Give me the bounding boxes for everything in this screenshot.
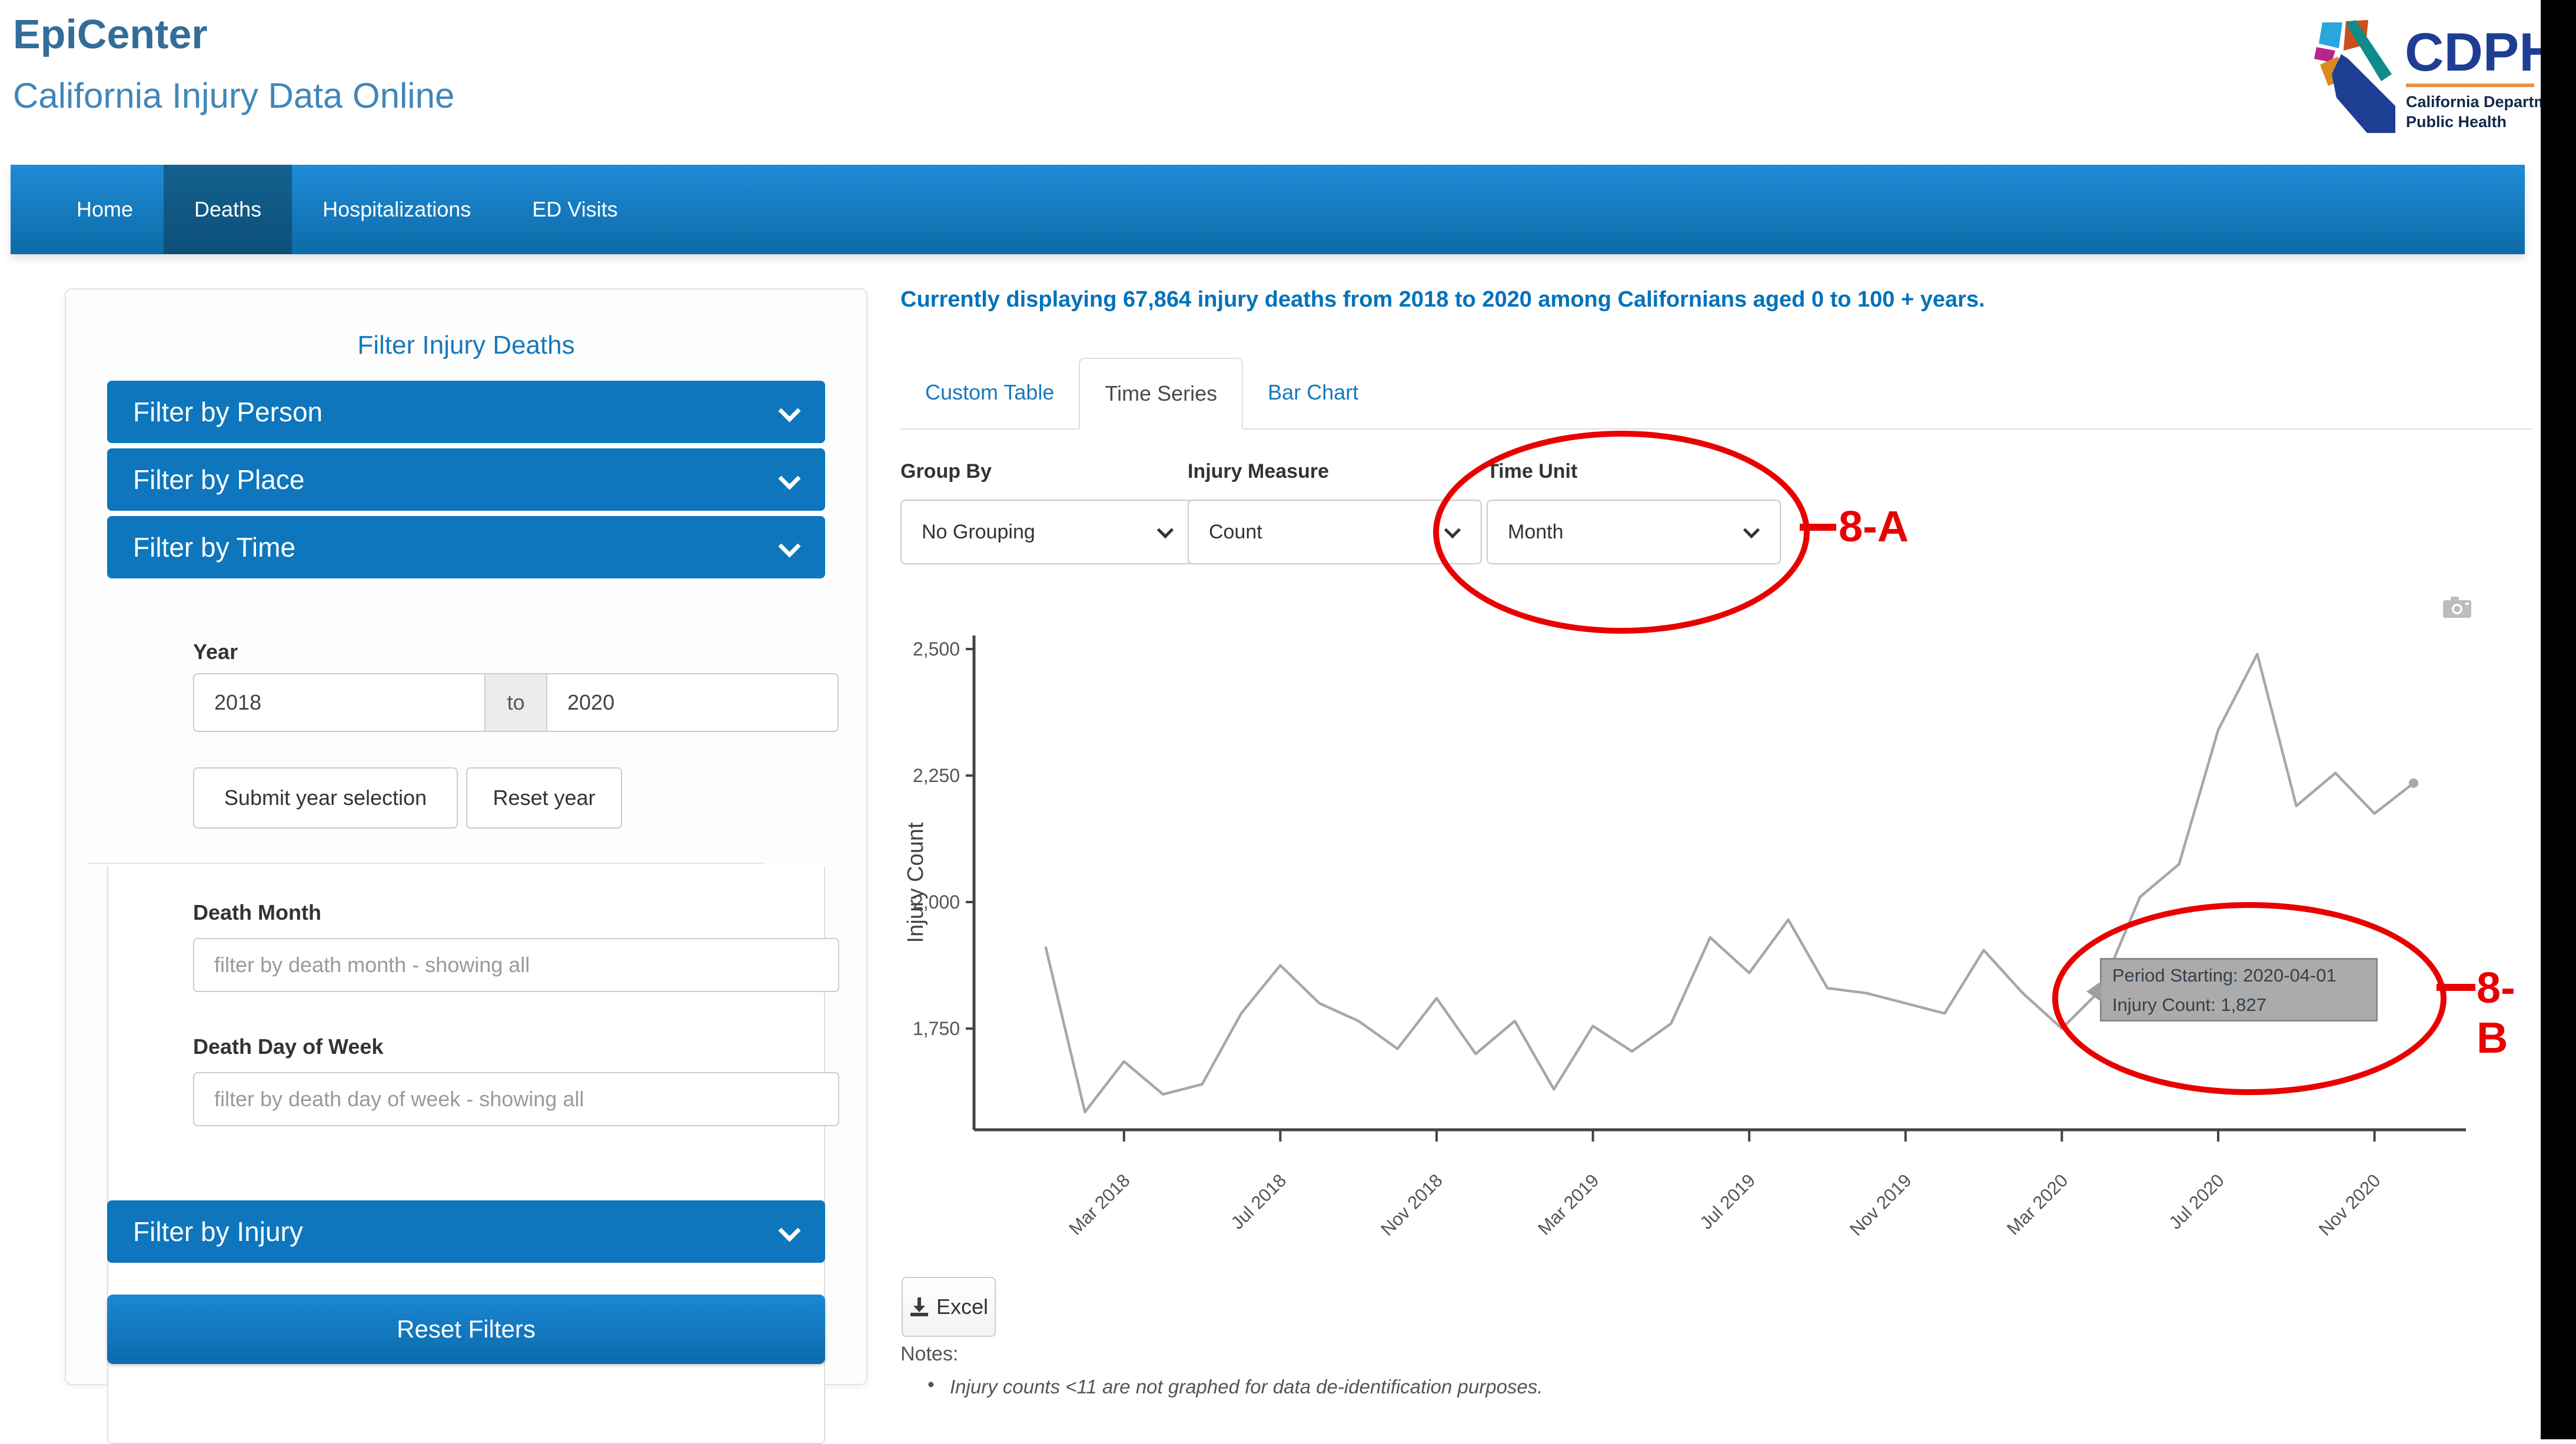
chevron-down-icon (779, 402, 799, 422)
accordion-label: Filter by Person (133, 396, 323, 428)
chevron-down-icon (779, 1222, 799, 1242)
nav-item-hospitalizations[interactable]: Hospitalizations (292, 165, 501, 254)
notes-label: Notes: (900, 1343, 958, 1366)
status-text: Currently displaying 67,864 injury death… (900, 287, 2525, 312)
cdph-acronym: CDPH (2405, 22, 2541, 82)
svg-text:2,250: 2,250 (913, 765, 960, 786)
accordion-filter-by-place[interactable]: Filter by Place (107, 448, 825, 511)
accordion-filter-by-time[interactable]: Filter by Time (107, 516, 825, 578)
accordion-label: Filter by Time (133, 531, 295, 563)
annotation-line-8b (2437, 984, 2475, 991)
tab-bar-chart[interactable]: Bar Chart (1243, 358, 1383, 427)
submit-year-button[interactable]: Submit year selection (193, 767, 458, 829)
navbar: Home Deaths Hospitalizations ED Visits (11, 165, 2525, 254)
group-by-value: No Grouping (922, 521, 1035, 544)
accordion-label: Filter by Place (133, 464, 304, 495)
screen-edge-black-strip (2541, 0, 2576, 1439)
filter-panel-title: Filter Injury Deaths (66, 331, 866, 360)
chevron-down-icon (779, 470, 799, 490)
cdph-underline (2406, 84, 2534, 87)
annotation-circle-8a (1433, 431, 1810, 634)
svg-text:Nov 2020: Nov 2020 (2315, 1170, 2385, 1240)
nav-item-ed-visits[interactable]: ED Visits (501, 165, 648, 254)
group-by-select[interactable]: No Grouping (900, 500, 1195, 564)
reset-filters-button[interactable]: Reset Filters (107, 1295, 825, 1364)
note-item: Injury counts <11 are not graphed for da… (950, 1376, 1543, 1398)
california-shape-icon (2314, 20, 2395, 133)
svg-text:Injury Count: Injury Count (903, 822, 928, 943)
annotation-label-8b: 8-B (2477, 963, 2541, 1063)
accordion-label: Filter by Injury (133, 1216, 303, 1247)
annotation-label-8a: 8-A (1839, 501, 1909, 551)
svg-text:Jul 2020: Jul 2020 (2165, 1170, 2228, 1233)
accordion-filter-by-injury[interactable]: Filter by Injury (107, 1200, 825, 1263)
reset-year-button[interactable]: Reset year (466, 767, 622, 829)
app-title: EpiCenter (13, 11, 208, 58)
group-by-control: Group By No Grouping (900, 460, 1195, 564)
svg-text:Nov 2018: Nov 2018 (1377, 1170, 1447, 1240)
svg-text:Nov 2019: Nov 2019 (1846, 1170, 1916, 1240)
svg-text:1,750: 1,750 (913, 1018, 960, 1039)
injury-measure-value: Count (1209, 521, 1262, 544)
cdph-line1: California Department of (2406, 93, 2541, 111)
cdph-line2: Public Health (2406, 113, 2507, 131)
page: EpiCenter California Injury Data Online … (0, 0, 2541, 1439)
death-day-label: Death Day of Week (193, 1034, 383, 1059)
year-to-input[interactable] (546, 673, 839, 732)
cdph-logo: CDPH California Department of Public Hea… (2312, 18, 2541, 141)
annotation-line-8a (1800, 524, 1836, 531)
excel-download-button[interactable]: Excel (902, 1277, 996, 1337)
death-month-label: Death Month (193, 900, 321, 925)
svg-text:Mar 2019: Mar 2019 (1534, 1170, 1603, 1239)
svg-text:Jul 2019: Jul 2019 (1696, 1170, 1760, 1233)
year-to-label: to (484, 673, 547, 732)
excel-label: Excel (936, 1295, 988, 1319)
nav-item-home[interactable]: Home (46, 165, 164, 254)
accordion-filter-by-person[interactable]: Filter by Person (107, 381, 825, 443)
death-month-input[interactable] (193, 938, 839, 992)
year-from-input[interactable] (193, 673, 486, 732)
svg-text:Mar 2018: Mar 2018 (1065, 1170, 1134, 1239)
svg-text:Jul 2018: Jul 2018 (1227, 1170, 1291, 1233)
camera-icon[interactable] (2442, 595, 2472, 619)
filter-panel: Filter Injury Deaths Filter by Person Fi… (65, 288, 867, 1385)
app-subtitle: California Injury Data Online (13, 75, 454, 116)
tab-bar: Custom Table Time Series Bar Chart (900, 358, 2532, 430)
svg-text:2,500: 2,500 (913, 638, 960, 660)
chevron-down-icon (779, 537, 799, 557)
group-by-label: Group By (900, 460, 1195, 483)
death-day-input[interactable] (193, 1072, 839, 1126)
annotation-circle-8b (2052, 902, 2447, 1095)
download-icon (909, 1296, 929, 1317)
injury-measure-label: Injury Measure (1188, 460, 1482, 483)
svg-text:Mar 2020: Mar 2020 (2003, 1170, 2072, 1239)
divider (87, 863, 764, 864)
tab-time-series[interactable]: Time Series (1079, 358, 1243, 430)
nav-item-deaths[interactable]: Deaths (164, 165, 292, 254)
note-bullet: • (928, 1373, 935, 1396)
year-label: Year (193, 640, 238, 664)
tab-custom-table[interactable]: Custom Table (900, 358, 1079, 427)
chevron-down-icon (1158, 524, 1174, 540)
